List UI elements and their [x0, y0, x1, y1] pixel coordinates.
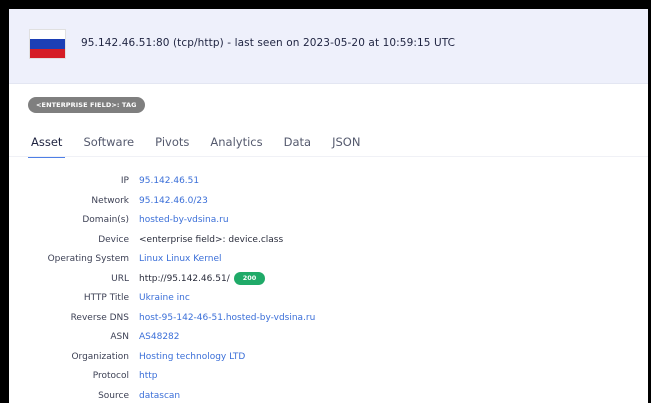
- tab-pivots[interactable]: Pivots: [152, 133, 192, 158]
- flag-stripe-blue: [30, 39, 65, 49]
- field-row-http-title: HTTP Title Ukraine inc: [9, 291, 648, 311]
- asn-link[interactable]: AS48282: [139, 330, 180, 344]
- field-label: Network: [91, 195, 129, 206]
- field-row-protocol: Protocol http: [9, 369, 648, 389]
- url-value-group: http://95.142.46.51/ 200: [139, 272, 266, 286]
- field-label: ASN: [110, 332, 129, 342]
- tab-bar: Asset Software Pivots Analytics Data JSO…: [28, 133, 363, 158]
- organization-link[interactable]: Hosting technology LTD: [139, 350, 245, 364]
- russia-flag-icon: [30, 30, 65, 58]
- enterprise-tag-badge[interactable]: <ENTERPRISE FIELD>: TAG: [28, 97, 145, 113]
- tab-json[interactable]: JSON: [329, 133, 363, 158]
- field-row-source: Source datascan: [9, 389, 648, 403]
- flag-stripe-white: [30, 30, 65, 40]
- field-row-network: Network 95.142.46.0/23: [9, 194, 648, 214]
- tab-data[interactable]: Data: [281, 133, 314, 158]
- network-link[interactable]: 95.142.46.0/23: [139, 194, 208, 208]
- field-row-organization: Organization Hosting technology LTD: [9, 350, 648, 370]
- url-value: http://95.142.46.51/: [139, 273, 230, 284]
- tab-analytics[interactable]: Analytics: [207, 133, 265, 158]
- field-row-device: Device <enterprise field>: device.class: [9, 233, 648, 253]
- field-label: URL: [111, 273, 129, 284]
- record-header: 95.142.46.51:80 (tcp/http) - last seen o…: [9, 9, 648, 84]
- domain-link[interactable]: hosted-by-vdsina.ru: [139, 213, 229, 227]
- field-row-reverse-dns: Reverse DNS host-95-142-46-51.hosted-by-…: [9, 311, 648, 331]
- status-badge: 200: [233, 272, 266, 285]
- tab-divider: [9, 156, 648, 157]
- tab-software[interactable]: Software: [80, 133, 137, 158]
- field-label: HTTP Title: [83, 293, 129, 303]
- ip-link[interactable]: 95.142.46.51: [139, 174, 199, 188]
- reverse-dns-link[interactable]: host-95-142-46-51.hosted-by-vdsina.ru: [139, 311, 315, 325]
- field-row-ip: IP 95.142.46.51: [9, 174, 648, 194]
- field-label: Protocol: [92, 371, 129, 381]
- field-row-url: URL http://95.142.46.51/ 200: [9, 272, 648, 292]
- field-label: Domain(s): [82, 215, 129, 225]
- field-label: Organization: [71, 351, 129, 362]
- field-label: Source: [98, 390, 129, 401]
- field-label: Device: [98, 234, 129, 245]
- os-link[interactable]: Linux Linux Kernel: [139, 252, 222, 266]
- http-title-link[interactable]: Ukraine inc: [139, 291, 190, 305]
- field-row-os: Operating System Linux Linux Kernel: [9, 252, 648, 272]
- source-link[interactable]: datascan: [139, 389, 180, 403]
- device-value: <enterprise field>: device.class: [139, 234, 284, 245]
- field-row-domains: Domain(s) hosted-by-vdsina.ru: [9, 213, 648, 233]
- field-row-asn: ASN AS48282: [9, 330, 648, 350]
- field-label: Reverse DNS: [70, 312, 129, 323]
- field-label: IP: [120, 176, 129, 186]
- field-label: Operating System: [47, 254, 129, 264]
- tab-asset[interactable]: Asset: [28, 133, 66, 158]
- flag-stripe-red: [30, 48, 65, 58]
- protocol-link[interactable]: http: [139, 369, 157, 383]
- record-title: 95.142.46.51:80 (tcp/http) - last seen o…: [81, 37, 456, 49]
- page-frame: 95.142.46.51:80 (tcp/http) - last seen o…: [0, 0, 651, 403]
